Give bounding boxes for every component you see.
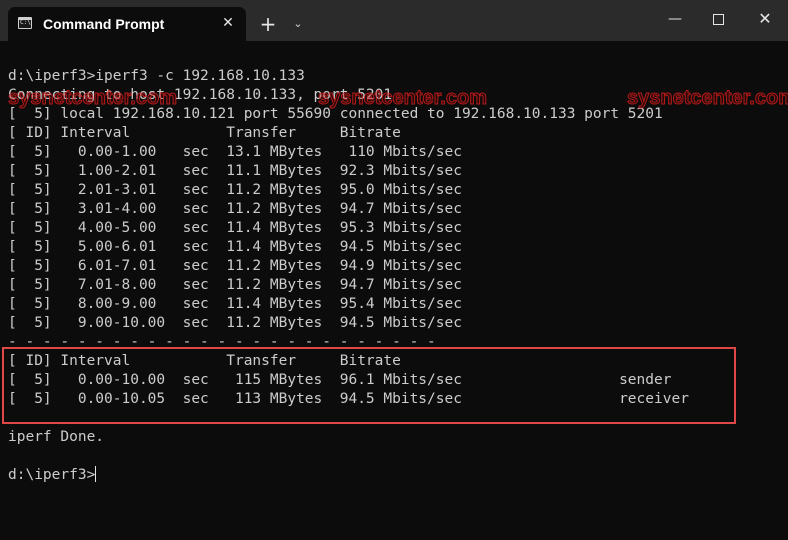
minimize-button[interactable]: — <box>660 6 690 32</box>
watermark: sysnetcenter.com <box>8 87 178 110</box>
prompt-line[interactable]: d:\iperf3> <box>8 466 97 485</box>
terminal-line: [ 5] 9.00-10.00 sec 11.2 MBytes 94.5 Mbi… <box>8 315 462 331</box>
terminal-line: [ 5] 7.01-8.00 sec 11.2 MBytes 94.7 Mbit… <box>8 277 462 293</box>
terminal-line: [ 5] 3.01-4.00 sec 11.2 MBytes 94.7 Mbit… <box>8 201 462 217</box>
maximize-button[interactable] <box>703 6 733 32</box>
new-tab-button[interactable]: + <box>257 13 279 35</box>
terminal-line: [ 5] 0.00-1.00 sec 13.1 MBytes 110 Mbits… <box>8 144 462 160</box>
terminal-line: [ 5] 8.00-9.00 sec 11.4 MBytes 95.4 Mbit… <box>8 296 462 312</box>
watermark: sysnetcenter.com <box>627 87 788 110</box>
terminal-line: iperf Done. <box>8 429 105 445</box>
command-prompt-window: C:\ Command Prompt ✕ + ⌄ — ✕ d:\iperf3>i… <box>0 0 788 540</box>
maximize-icon <box>712 14 724 25</box>
terminal-line: [ 5] 5.00-6.01 sec 11.4 MBytes 94.5 Mbit… <box>8 239 462 255</box>
title-bar[interactable]: C:\ Command Prompt ✕ + ⌄ — ✕ <box>0 0 788 41</box>
terminal-line: d:\iperf3>iperf3 -c 192.168.10.133 <box>8 68 305 84</box>
text-cursor <box>95 466 97 482</box>
terminal-output[interactable]: d:\iperf3>iperf3 -c 192.168.10.133 Conne… <box>0 41 788 540</box>
terminal-line: [ 5] 4.00-5.00 sec 11.4 MBytes 95.3 Mbit… <box>8 220 462 236</box>
prompt-text: d:\iperf3> <box>8 467 96 483</box>
terminal-line: [ ID] Interval Transfer Bitrate <box>8 125 401 141</box>
chevron-down-icon[interactable]: ⌄ <box>289 13 307 35</box>
tab-command-prompt[interactable]: C:\ Command Prompt ✕ <box>8 7 246 41</box>
terminal-line: [ 5] 6.01-7.01 sec 11.2 MBytes 94.9 Mbit… <box>8 258 462 274</box>
watermark: sysnetcenter.com <box>318 87 488 110</box>
terminal-line: [ 5] 2.01-3.01 sec 11.2 MBytes 95.0 Mbit… <box>8 182 462 198</box>
summary-highlight-box <box>2 347 736 424</box>
cmd-icon-text: C:\ <box>20 19 31 26</box>
cmd-icon: C:\ <box>18 17 32 29</box>
terminal-line: [ 5] 1.00-2.01 sec 11.1 MBytes 92.3 Mbit… <box>8 163 462 179</box>
tab-close-icon[interactable]: ✕ <box>218 13 238 33</box>
tab-title: Command Prompt <box>43 16 165 32</box>
close-window-button[interactable]: ✕ <box>750 6 780 32</box>
